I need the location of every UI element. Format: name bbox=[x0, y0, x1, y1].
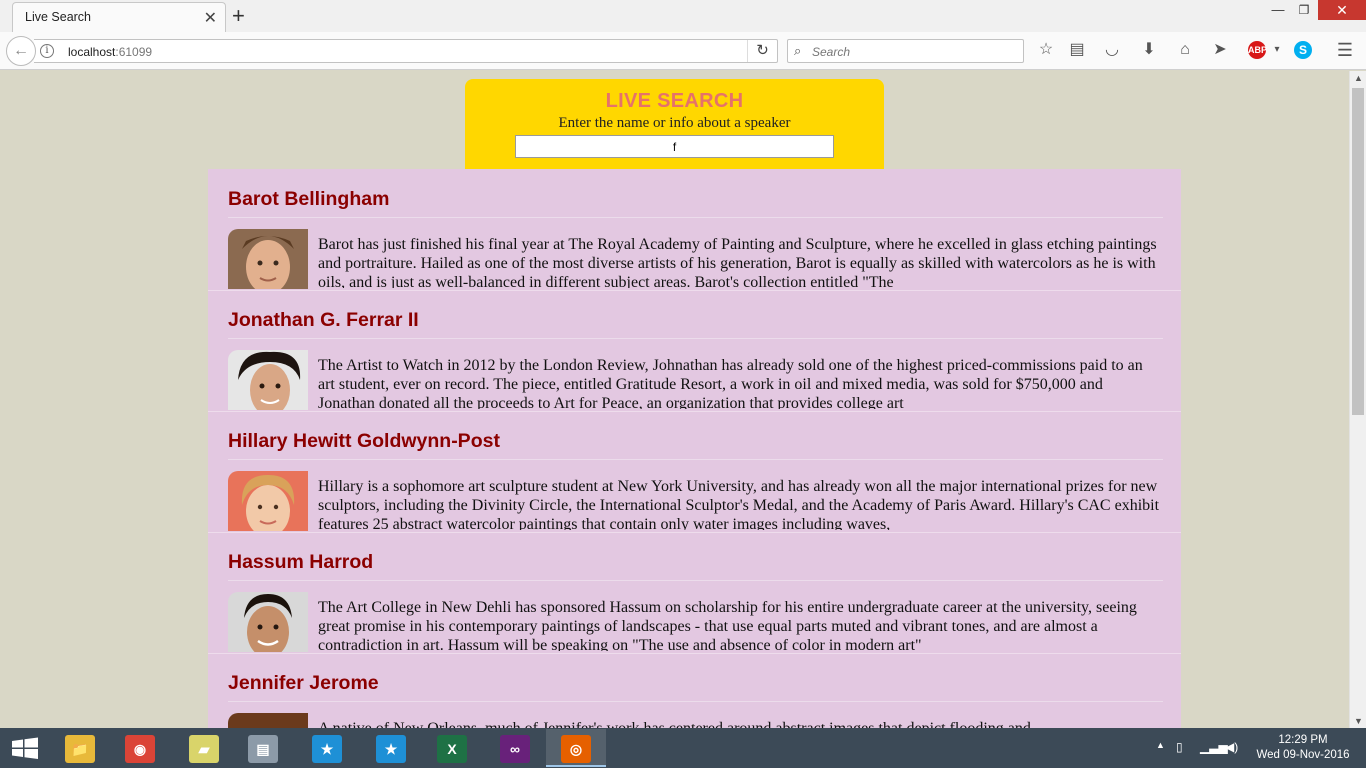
taskbar-app-app-star-2[interactable]: ★ bbox=[361, 729, 421, 767]
archive-icon: ▤ bbox=[248, 735, 278, 763]
speaker-bio: The Art College in New Dehli has sponsor… bbox=[318, 599, 1137, 651]
visual-studio-icon: ∞ bbox=[500, 735, 530, 763]
tab-title: Live Search bbox=[25, 10, 92, 24]
star-icon[interactable]: ☆ bbox=[1035, 39, 1057, 61]
tab-close-icon[interactable]: ✕ bbox=[204, 8, 217, 28]
sticky-notes-icon: ▰ bbox=[189, 735, 219, 763]
network-icon[interactable]: ▁▃▅ bbox=[1200, 740, 1228, 754]
new-tab-button[interactable]: + bbox=[232, 3, 245, 29]
speaker-photo bbox=[228, 350, 308, 410]
taskbar-app-excel[interactable]: X bbox=[422, 729, 482, 767]
scroll-up-icon[interactable]: ▲ bbox=[1354, 73, 1363, 83]
speaker-name: Jonathan G. Ferrar II bbox=[228, 309, 419, 331]
divider bbox=[228, 338, 1163, 339]
battery-icon[interactable]: ▯ bbox=[1176, 740, 1183, 754]
speaker-name: Hassum Harrod bbox=[228, 551, 374, 573]
tab-live-search[interactable]: Live Search ✕ bbox=[12, 2, 226, 32]
url-text[interactable]: localhost:61099 bbox=[68, 45, 152, 59]
clock-time: 12:29 PM bbox=[1278, 734, 1328, 746]
search-icon: ⌕ bbox=[794, 43, 802, 58]
divider bbox=[228, 701, 1163, 702]
url-bar[interactable]: i localhost:61099 ↻ bbox=[34, 39, 778, 63]
tab-strip: Live Search ✕ + — ❐ ✕ bbox=[0, 0, 1366, 32]
navigation-toolbar: i localhost:61099 ↻ ← ⌕ Search bbox=[0, 32, 1366, 70]
taskbar-app-firefox[interactable]: ◎ bbox=[546, 729, 606, 767]
taskbar-app-app-star-1[interactable]: ★ bbox=[297, 729, 357, 767]
speaker-bio: Barot has just finished his final year a… bbox=[318, 236, 1157, 288]
speaker-bio: A native of New Orleans, much of Jennife… bbox=[318, 719, 1163, 728]
speaker-photo bbox=[228, 592, 308, 652]
divider bbox=[228, 459, 1163, 460]
taskbar-app-archive[interactable]: ▤ bbox=[233, 729, 293, 767]
scroll-thumb[interactable] bbox=[1352, 88, 1364, 415]
speaker-photo bbox=[228, 713, 308, 728]
home-icon[interactable]: ⌂ bbox=[1174, 39, 1196, 61]
page-title: LIVE SEARCH bbox=[605, 90, 744, 112]
windows-taskbar: 📁 ◉ ▰ ▤ ★ ★ X ∞ ◎ ▲ ▯ ▁▃▅ ◀) 12:29 PM Wed 09-Nov… bbox=[0, 728, 1366, 768]
divider bbox=[228, 217, 1163, 218]
results-list: Barot Bellingham Barot has just finished… bbox=[208, 169, 1181, 728]
url-host: localhost bbox=[68, 45, 116, 59]
close-window-button[interactable]: ✕ bbox=[1318, 0, 1366, 20]
url-port: :61099 bbox=[115, 45, 153, 59]
minimize-button[interactable]: — bbox=[1264, 0, 1292, 20]
chevron-down-icon[interactable]: ▾ bbox=[1266, 39, 1288, 61]
app-star-2-icon: ★ bbox=[376, 735, 406, 763]
speaker-name: Jennifer Jerome bbox=[228, 672, 379, 694]
back-button[interactable]: ← bbox=[6, 36, 36, 66]
pocket-icon[interactable]: ◡ bbox=[1101, 39, 1123, 61]
download-icon[interactable]: ⬇ bbox=[1138, 39, 1160, 61]
reading-list-icon[interactable]: ▤ bbox=[1066, 39, 1088, 61]
adblock-icon[interactable]: ABP bbox=[1248, 41, 1267, 59]
speaker-bio: The Artist to Watch in 2012 by the Londo… bbox=[318, 357, 1143, 409]
taskbar-app-visual-studio[interactable]: ∞ bbox=[485, 729, 545, 767]
speaker-photo bbox=[228, 471, 308, 531]
volume-icon[interactable]: ◀) bbox=[1225, 740, 1238, 754]
taskbar-app-file-explorer[interactable]: 📁 bbox=[50, 729, 110, 767]
speaker-bio: Hillary is a sophomore art sculpture stu… bbox=[318, 478, 1160, 530]
search-header: LIVE SEARCH Enter the name or info about… bbox=[465, 79, 884, 169]
skype-icon[interactable]: S bbox=[1294, 41, 1312, 59]
file-explorer-icon: 📁 bbox=[65, 735, 95, 763]
speaker-card: Jennifer Jerome A native of New Orleans,… bbox=[228, 653, 1163, 728]
speaker-name: Barot Bellingham bbox=[228, 188, 390, 210]
send-icon[interactable]: ➤ bbox=[1209, 39, 1231, 61]
speaker-card: Jonathan G. Ferrar II The Artist to Watc… bbox=[208, 290, 1181, 412]
speaker-card: Hillary Hewitt Goldwynn-Post Hillary is … bbox=[208, 411, 1181, 533]
speaker-card: Barot Bellingham Barot has just finished… bbox=[208, 169, 1181, 291]
search-instructions: Enter the name or info about a speaker bbox=[558, 115, 791, 131]
start-button[interactable] bbox=[0, 728, 50, 768]
page-scrollbar[interactable]: ▲ ▼ bbox=[1349, 71, 1366, 728]
divider bbox=[228, 580, 1163, 581]
chrome-icon: ◉ bbox=[125, 735, 155, 763]
site-info-icon[interactable]: i bbox=[40, 44, 54, 58]
search-bar[interactable]: ⌕ Search bbox=[787, 39, 1024, 63]
speaker-name: Hillary Hewitt Goldwynn-Post bbox=[228, 430, 500, 452]
firefox-icon: ◎ bbox=[561, 735, 591, 763]
windows-logo-icon bbox=[12, 737, 38, 759]
reload-icon[interactable]: ↻ bbox=[747, 40, 777, 62]
speaker-card: Hassum Harrod The Art College in New Deh… bbox=[208, 532, 1181, 654]
taskbar-app-sticky-notes[interactable]: ▰ bbox=[174, 729, 234, 767]
show-hidden-icons-icon[interactable]: ▲ bbox=[1156, 740, 1165, 750]
speaker-search-input[interactable] bbox=[515, 135, 834, 158]
search-placeholder: Search bbox=[812, 45, 851, 59]
scroll-down-icon[interactable]: ▼ bbox=[1354, 716, 1363, 726]
app-star-1-icon: ★ bbox=[312, 735, 342, 763]
clock-date: Wed 09-Nov-2016 bbox=[1256, 749, 1350, 761]
restore-button[interactable]: ❐ bbox=[1290, 0, 1318, 20]
page-viewport: LIVE SEARCH Enter the name or info about… bbox=[0, 71, 1349, 728]
clock[interactable]: 12:29 PM Wed 09-Nov-2016 bbox=[1243, 733, 1363, 763]
menu-icon[interactable]: ☰ bbox=[1334, 39, 1356, 61]
taskbar-app-chrome[interactable]: ◉ bbox=[110, 729, 170, 767]
excel-icon: X bbox=[437, 735, 467, 763]
speaker-photo bbox=[228, 229, 308, 289]
